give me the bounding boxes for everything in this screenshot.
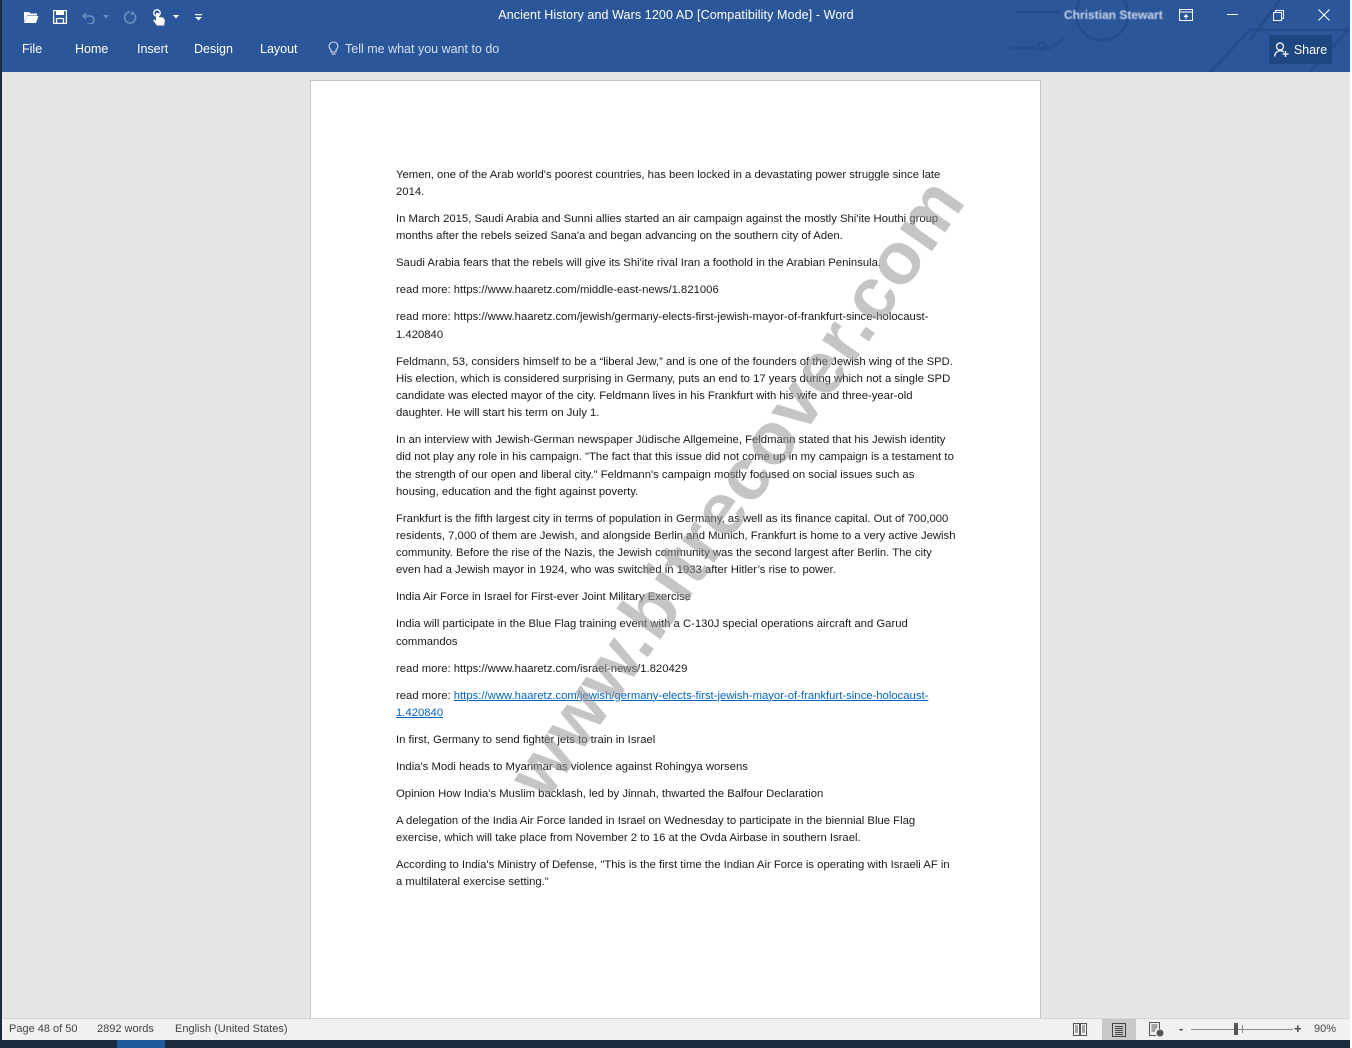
page-indicator[interactable]: Page 48 of 50	[9, 1023, 78, 1035]
paragraph: Opinion How India's Muslim backlash, led…	[396, 787, 824, 800]
close-icon	[1318, 9, 1330, 21]
paragraph: India's Modi heads to Myanmar as violenc…	[396, 760, 748, 773]
zoom-in-button[interactable]: +	[1294, 1021, 1302, 1036]
link-prefix: read more:	[396, 689, 454, 702]
tell-me-placeholder: Tell me what you want to do	[345, 41, 500, 56]
tab-design[interactable]: Design	[194, 42, 233, 56]
paragraph: According to India's Ministry of Defense…	[396, 859, 950, 889]
paragraph: In March 2015, Saudi Arabia and Sunni al…	[396, 213, 939, 243]
folder-open-icon[interactable]	[20, 6, 42, 28]
zoom-level[interactable]: 90%	[1314, 1023, 1336, 1035]
status-bar: Page 48 of 50 2892 words English (United…	[2, 1018, 1350, 1040]
paragraph: India will participate in the Blue Flag …	[396, 618, 908, 648]
paragraph: Yemen, one of the Arab world's poorest c…	[396, 169, 941, 199]
paragraph: Frankfurt is the fifth largest city in t…	[396, 512, 956, 577]
redo-icon[interactable]	[119, 6, 141, 28]
read-mode-icon	[1073, 1022, 1087, 1036]
tab-file[interactable]: File	[22, 42, 42, 56]
save-icon[interactable]	[49, 6, 71, 28]
restore-button[interactable]	[1255, 0, 1301, 30]
word-window: Ancient History and Wars 1200 AD [Compat…	[2, 0, 1350, 1040]
zoom-out-button[interactable]: -	[1179, 1021, 1183, 1036]
paragraph: read more: https://www.haaretz.com/middl…	[396, 284, 719, 297]
undo-dropdown-icon[interactable]	[101, 6, 111, 28]
paragraph: In an interview with Jewish-German newsp…	[396, 434, 954, 498]
paragraph: A delegation of the India Air Force land…	[396, 814, 916, 845]
print-layout-button[interactable]	[1102, 1019, 1136, 1040]
paragraph: read more: https://www.haaretz.com/jewis…	[396, 311, 929, 341]
paragraph: India Air Force in Israel for First-ever…	[396, 591, 692, 604]
restore-icon	[1272, 9, 1284, 21]
lightbulb-icon	[328, 41, 339, 55]
web-layout-icon	[1148, 1022, 1163, 1037]
taskbar	[0, 1040, 1352, 1048]
zoom-slider-center-mark	[1242, 1025, 1243, 1033]
touch-mode-dropdown-icon[interactable]	[171, 6, 181, 28]
tab-insert[interactable]: Insert	[137, 42, 168, 56]
language-indicator[interactable]: English (United States)	[175, 1023, 288, 1035]
web-layout-button[interactable]	[1139, 1019, 1173, 1040]
minimize-button[interactable]	[1209, 0, 1255, 30]
paragraph: In first, Germany to send fighter jets t…	[396, 733, 656, 746]
ribbon: Ancient History and Wars 1200 AD [Compat…	[2, 0, 1350, 72]
ribbon-display-options-icon	[1179, 9, 1193, 21]
zoom-slider-thumb[interactable]	[1234, 1023, 1238, 1035]
customize-qat-icon[interactable]	[193, 6, 203, 28]
paragraph: Saudi Arabia fears that the rebels will …	[396, 257, 882, 270]
paragraph: read more: https://www.haaretz.com/israe…	[396, 662, 688, 675]
read-mode-button[interactable]	[1063, 1019, 1097, 1040]
touch-mode-icon[interactable]	[148, 6, 170, 28]
paragraph: Feldmann, 53, considers himself to be a …	[396, 355, 953, 420]
minimize-icon	[1226, 14, 1238, 15]
tab-layout[interactable]: Layout	[260, 42, 298, 56]
taskbar-active-app[interactable]	[117, 1040, 165, 1048]
signed-in-user[interactable]: Christian Stewart	[1064, 8, 1163, 22]
tell-me-search[interactable]: Tell me what you want to do	[328, 41, 499, 56]
close-button[interactable]	[1301, 0, 1347, 30]
quick-access-toolbar	[20, 6, 211, 28]
share-label: Share	[1293, 42, 1328, 57]
share-button[interactable]: Share	[1269, 35, 1332, 64]
link-paragraph: read more: https://www.haaretz.com/jewis…	[396, 688, 958, 722]
print-layout-icon	[1112, 1022, 1126, 1037]
word-count[interactable]: 2892 words	[97, 1023, 154, 1035]
ribbon-display-options-button[interactable]	[1163, 0, 1209, 30]
document-page[interactable]: Yemen, one of the Arab world's poorest c…	[310, 80, 1041, 1040]
undo-icon[interactable]	[78, 6, 100, 28]
tab-home[interactable]: Home	[75, 42, 108, 56]
document-body[interactable]: Yemen, one of the Arab world's poorest c…	[396, 167, 958, 901]
hyperlink[interactable]: https://www.haaretz.com/jewish/germany-e…	[396, 690, 928, 719]
document-canvas[interactable]: Yemen, one of the Arab world's poorest c…	[2, 72, 1350, 1040]
share-person-icon	[1273, 42, 1289, 57]
